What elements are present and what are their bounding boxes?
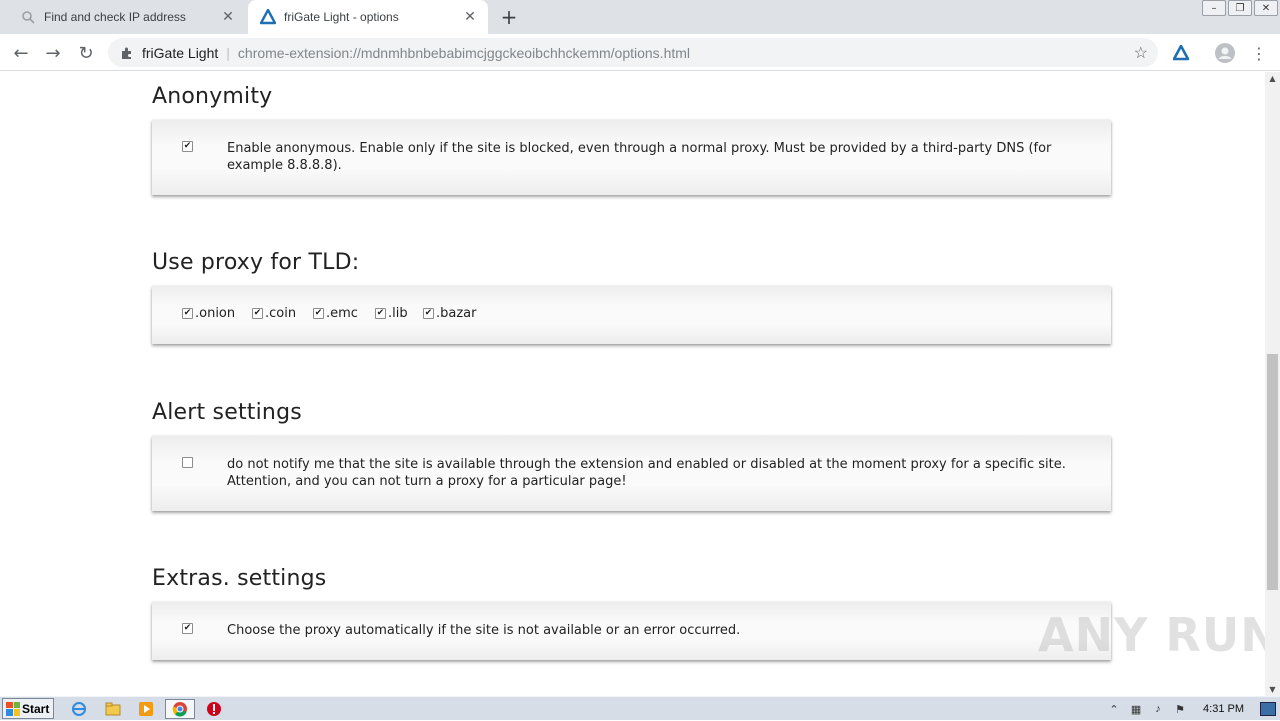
frigate-logo-icon <box>260 9 276 25</box>
alert-description: do not notify me that the site is availa… <box>227 457 1066 489</box>
minimize-button[interactable]: – <box>1202 0 1226 16</box>
forward-arrow-icon[interactable]: → <box>42 42 64 64</box>
close-icon[interactable]: ✕ <box>462 9 478 25</box>
browser-toolbar: ← → ↻ friGate Light | chrome-extension:/… <box>0 34 1280 71</box>
tld-label: .onion <box>195 306 236 321</box>
tld-label: .lib <box>388 306 408 321</box>
media-player-icon[interactable] <box>135 699 157 719</box>
tld-option-emc[interactable]: .emc <box>313 306 358 321</box>
window-controls: – ❐ ✕ <box>1200 0 1278 16</box>
section-title-anonymity: Anonymity <box>152 84 273 109</box>
close-window-button[interactable]: ✕ <box>1254 0 1278 16</box>
anyrun-watermark: ANY RUN <box>1038 608 1280 662</box>
tld-option-bazar[interactable]: .bazar <box>423 306 477 321</box>
tab-strip: Find and check IP address ✕ friGate Ligh… <box>0 0 1280 34</box>
windows-logo-icon <box>6 701 20 716</box>
reload-icon[interactable]: ↻ <box>75 42 97 64</box>
stop-app-icon[interactable] <box>203 699 225 719</box>
tld-label: .emc <box>326 306 358 321</box>
anonymity-card: Enable anonymous. Enable only if the sit… <box>152 120 1111 195</box>
chrome-taskbar-icon[interactable] <box>165 699 195 719</box>
section-title-tld: Use proxy for TLD: <box>152 250 360 275</box>
tld-checkbox[interactable] <box>182 308 193 319</box>
scroll-thumb[interactable] <box>1267 354 1278 590</box>
extras-description: Choose the proxy automatically if the si… <box>227 623 741 638</box>
tray-expand-icon[interactable]: ⌃ <box>1105 701 1123 717</box>
anonymity-description: Enable anonymous. Enable only if the sit… <box>227 141 1052 173</box>
tab-frigate-options[interactable]: friGate Light - options ✕ <box>248 0 488 34</box>
page-scrollbar[interactable]: ▲ ▼ <box>1265 72 1280 696</box>
restore-button[interactable]: ❐ <box>1228 0 1252 16</box>
tld-option-lib[interactable]: .lib <box>375 306 408 321</box>
site-name: friGate Light <box>142 44 219 61</box>
scroll-up-arrow-icon[interactable]: ▲ <box>1268 74 1277 83</box>
frigate-extension-icon[interactable] <box>1170 42 1192 64</box>
tld-card: .onion .coin .emc .lib .bazar <box>152 286 1111 344</box>
back-arrow-icon[interactable]: ← <box>10 42 32 64</box>
section-title-extras: Extras. settings <box>152 566 327 591</box>
alert-card: do not notify me that the site is availa… <box>152 436 1111 511</box>
tab-title: Find and check IP address <box>44 10 186 24</box>
file-explorer-icon[interactable] <box>102 699 124 719</box>
tld-label: .coin <box>265 306 297 321</box>
omnibox-separator: | <box>226 44 230 61</box>
extension-icon <box>120 46 134 60</box>
windows-taskbar: Start ⌃ ▦ ♪ ⚑ 4:31 PM <box>0 696 1280 720</box>
network-icon[interactable]: ▦ <box>1127 701 1145 717</box>
menu-kebab-icon[interactable]: ⋮ <box>1248 42 1270 64</box>
system-tray: ⌃ ▦ ♪ ⚑ 4:31 PM <box>1103 697 1280 721</box>
tab-title: friGate Light - options <box>284 10 399 24</box>
anonymity-checkbox[interactable] <box>182 141 193 152</box>
extras-card: Choose the proxy automatically if the si… <box>152 602 1111 660</box>
bookmark-star-icon[interactable]: ☆ <box>1134 43 1148 63</box>
extras-checkbox[interactable] <box>182 623 193 634</box>
show-desktop-icon[interactable] <box>1260 702 1276 716</box>
internet-explorer-icon[interactable] <box>68 699 90 719</box>
address-bar[interactable]: friGate Light | chrome-extension://mdnmh… <box>108 38 1158 67</box>
start-label: Start <box>22 701 50 716</box>
new-tab-button[interactable]: + <box>498 5 520 29</box>
close-icon[interactable]: ✕ <box>220 9 236 25</box>
tld-checkbox[interactable] <box>313 308 324 319</box>
start-button[interactable]: Start <box>2 698 54 719</box>
volume-icon[interactable]: ♪ <box>1149 701 1167 717</box>
tld-checkbox[interactable] <box>252 308 263 319</box>
scroll-down-arrow-icon[interactable]: ▼ <box>1268 685 1277 694</box>
action-center-flag-icon[interactable]: ⚑ <box>1171 701 1189 717</box>
tld-option-onion[interactable]: .onion <box>182 306 235 321</box>
url-text: chrome-extension://mdnmhbnbebabimcjggcke… <box>237 44 691 61</box>
clock[interactable]: 4:31 PM <box>1203 703 1244 715</box>
profile-avatar-icon[interactable] <box>1214 42 1236 64</box>
tld-checkbox[interactable] <box>423 308 434 319</box>
tld-checkbox[interactable] <box>375 308 386 319</box>
section-title-alert: Alert settings <box>152 400 302 425</box>
tld-option-coin[interactable]: .coin <box>252 306 296 321</box>
tab-find-ip[interactable]: Find and check IP address ✕ <box>8 0 246 34</box>
alert-checkbox[interactable] <box>182 457 193 468</box>
options-page: Anonymity Enable anonymous. Enable only … <box>0 72 1265 696</box>
tld-label: .bazar <box>436 306 477 321</box>
search-icon <box>20 9 36 25</box>
